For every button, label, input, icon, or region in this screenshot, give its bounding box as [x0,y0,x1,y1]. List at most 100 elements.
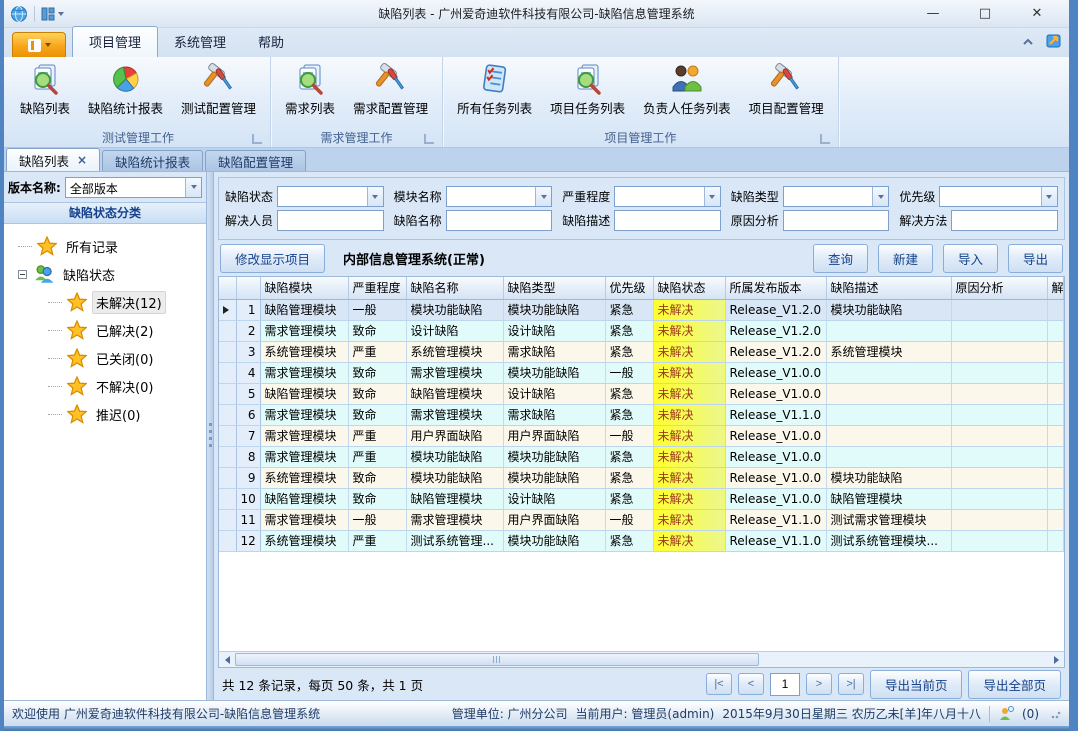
grid-cell[interactable]: 未解决 [653,530,725,551]
grid-cell[interactable]: 模块功能缺陷 [826,299,951,320]
filter-dropdown[interactable] [446,186,553,207]
row-selector-cell[interactable] [219,509,236,530]
grid-cell[interactable] [1047,488,1064,509]
grid-cell[interactable]: 系统管理模块 [260,467,348,488]
chevron-down-icon[interactable] [704,187,720,206]
grid-cell[interactable] [951,425,1047,446]
grid-cell[interactable]: 模块功能缺陷 [406,446,503,467]
filter-dropdown[interactable] [939,186,1058,207]
grid-cell[interactable] [951,446,1047,467]
version-select[interactable]: 全部版本 [65,177,202,198]
grid-cell[interactable]: 紧急 [605,488,653,509]
table-row[interactable]: 12系统管理模块严重测试系统管理...模块功能缺陷紧急未解决Release_V1… [219,530,1064,551]
ribbon-button[interactable]: 测试配置管理 [173,59,264,119]
filter-dropdown[interactable] [277,186,384,207]
grid-cell[interactable]: 需求管理模块 [260,509,348,530]
grid-cell[interactable]: 设计缺陷 [503,383,605,404]
horizontal-scrollbar[interactable] [218,651,1065,668]
ribbon-button[interactable]: 所有任务列表 [449,59,540,119]
panel-splitter[interactable] [207,172,214,700]
grid-cell[interactable] [1047,341,1064,362]
row-selector-cell[interactable] [219,299,236,320]
grid-cell[interactable] [951,299,1047,320]
chevron-down-icon[interactable] [1041,187,1057,206]
grid-cell[interactable]: 需求管理模块 [260,404,348,425]
grid-cell[interactable]: Release_V1.2.0 [725,299,826,320]
table-row[interactable]: 7需求管理模块严重用户界面缺陷用户界面缺陷一般未解决Release_V1.0.0 [219,425,1064,446]
last-page-button[interactable]: >| [838,673,864,695]
column-header[interactable]: 缺陷类型 [503,277,605,299]
prev-page-button[interactable]: < [738,673,764,695]
grid-cell[interactable] [826,383,951,404]
grid-cell[interactable]: 模块功能缺陷 [406,299,503,320]
grid-cell[interactable]: 未解决 [653,404,725,425]
grid-cell[interactable]: 设计缺陷 [503,320,605,341]
grid-cell[interactable]: 需求管理模块 [406,362,503,383]
grid-cell[interactable]: 系统管理模块 [260,341,348,362]
grid-cell[interactable]: 缺陷管理模块 [406,488,503,509]
tree-item[interactable]: 所有记录 [18,232,206,260]
grid-cell[interactable]: 测试需求管理模块 [826,509,951,530]
grid-cell[interactable]: 致命 [348,467,406,488]
dialog-launcher-icon[interactable] [424,134,434,144]
grid-cell[interactable]: 严重 [348,530,406,551]
filter-input[interactable] [277,210,384,231]
grid-cell[interactable] [951,383,1047,404]
grid-cell[interactable]: 致命 [348,362,406,383]
row-selector-cell[interactable] [219,404,236,425]
column-header[interactable]: 解决方法 [1047,277,1064,299]
column-header[interactable]: 优先级 [605,277,653,299]
messages-icon[interactable] [998,706,1014,722]
grid-cell[interactable]: 紧急 [605,383,653,404]
filter-input[interactable] [614,210,721,231]
grid-cell[interactable] [951,341,1047,362]
grid-cell[interactable]: 需求管理模块 [260,425,348,446]
grid-cell[interactable]: 紧急 [605,530,653,551]
minimize-button[interactable]: — [919,4,947,24]
grid-cell[interactable]: 缺陷管理模块 [260,383,348,404]
grid-cell[interactable] [826,320,951,341]
grid-cell[interactable]: 系统管理模块 [406,341,503,362]
grid-cell[interactable]: 需求管理模块 [260,320,348,341]
search-button[interactable]: 查询 [813,244,868,273]
grid-cell[interactable]: 严重 [348,425,406,446]
scroll-left-icon[interactable] [219,652,235,667]
column-header[interactable]: 缺陷名称 [406,277,503,299]
new-button[interactable]: 新建 [878,244,933,273]
grid-cell[interactable]: 缺陷管理模块 [260,299,348,320]
chevron-down-icon[interactable] [185,178,201,197]
row-selector-cell[interactable] [219,425,236,446]
grid-cell[interactable] [1047,362,1064,383]
grid-cell[interactable]: 模块功能缺陷 [503,299,605,320]
grid-cell[interactable]: 未解决 [653,509,725,530]
first-page-button[interactable]: |< [706,673,732,695]
grid-cell[interactable]: 紧急 [605,446,653,467]
table-row[interactable]: 9系统管理模块致命模块功能缺陷模块功能缺陷紧急未解决Release_V1.0.0… [219,467,1064,488]
row-selector-cell[interactable] [219,446,236,467]
tree-item[interactable]: 缺陷状态 [18,260,206,288]
grid-cell[interactable]: 需求管理模块 [260,446,348,467]
filter-input[interactable] [446,210,553,231]
grid-cell[interactable]: 未解决 [653,467,725,488]
filter-dropdown[interactable] [614,186,721,207]
app-globe-icon[interactable] [10,5,28,23]
doc-tab-1[interactable]: 缺陷列表× [6,148,100,171]
grid-cell[interactable] [1047,320,1064,341]
close-tab-icon[interactable]: × [77,153,87,167]
chevron-down-icon[interactable] [535,187,551,206]
grid-cell[interactable]: 一般 [605,425,653,446]
grid-cell[interactable]: Release_V1.0.0 [725,467,826,488]
ribbon-button[interactable]: 项目任务列表 [542,59,633,119]
grid-cell[interactable]: 模块功能缺陷 [503,467,605,488]
dialog-launcher-icon[interactable] [252,134,262,144]
grid-cell[interactable]: 模块功能缺陷 [503,530,605,551]
dialog-launcher-icon[interactable] [820,134,830,144]
export-current-page-button[interactable]: 导出当前页 [870,670,963,699]
grid-cell[interactable]: 用户界面缺陷 [503,509,605,530]
grid-cell[interactable] [826,362,951,383]
grid-cell[interactable] [826,404,951,425]
ribbon-button[interactable]: 缺陷统计报表 [80,59,171,119]
table-row[interactable]: 11需求管理模块一般需求管理模块用户界面缺陷一般未解决Release_V1.1.… [219,509,1064,530]
column-header[interactable]: 原因分析 [951,277,1047,299]
grid-cell[interactable]: 需求管理模块 [260,362,348,383]
